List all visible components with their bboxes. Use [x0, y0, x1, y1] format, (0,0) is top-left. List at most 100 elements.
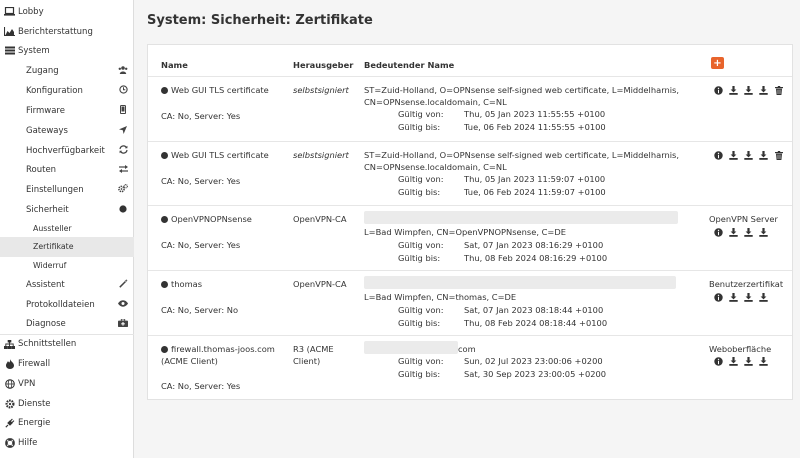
area-chart-icon — [4, 26, 15, 37]
sidebar-item-label: Lobby — [18, 6, 44, 17]
certificate-dn: CN=OPNsense.localdomain, C=NL — [364, 162, 507, 172]
users-icon — [118, 66, 128, 76]
download-icon[interactable] — [728, 85, 739, 96]
certificate-ca-info: CA: No, Server: Yes — [161, 111, 241, 121]
download-icon[interactable] — [758, 150, 769, 161]
valid-from-value: Sat, 07 Jan 2023 08:16:29 +0100 — [464, 240, 604, 250]
certificate-usage: Weboberfläche — [709, 344, 772, 354]
sidebar-item-logs[interactable]: Protokolldateien — [0, 295, 134, 315]
sidebar-item-gateways[interactable]: Gateways — [0, 121, 134, 141]
status-dot-icon — [161, 152, 168, 159]
sidebar-item-reporting[interactable]: Berichterstattung — [0, 22, 134, 42]
certificate-ca-info: CA: No, Server: Yes — [161, 240, 241, 250]
sidebar-item-access[interactable]: Zugang — [0, 61, 134, 81]
download-icon[interactable] — [758, 356, 769, 367]
sidebar-item-firmware[interactable]: Firmware — [0, 101, 134, 121]
sidebar-item-wizard[interactable]: Assistent — [0, 275, 134, 295]
eye-icon — [118, 300, 128, 309]
circle-icon — [118, 205, 128, 215]
download-icon[interactable] — [728, 292, 739, 303]
exchange-icon — [118, 164, 128, 175]
certificate-issuer: selbstsigniert — [293, 150, 349, 160]
certificate-dn: CN=OPNsense.localdomain, C=NL — [364, 97, 507, 107]
certificate-dn: com — [458, 344, 476, 354]
sidebar-item-label: Assistent — [26, 279, 65, 290]
valid-to-label: Gültig bis: — [398, 369, 441, 379]
sidebar-item-label: Firewall — [18, 358, 51, 369]
sidebar-item-revocation[interactable]: Widerruf — [0, 256, 134, 276]
trash-icon[interactable] — [773, 85, 784, 96]
sidebar-item-label: Zertifikate — [33, 242, 74, 252]
sidebar-item-label: Konfiguration — [26, 85, 83, 96]
valid-to-value: Sat, 30 Sep 2023 23:00:05 +0200 — [464, 369, 607, 379]
sidebar-item-label: Aussteller — [33, 224, 72, 234]
download-icon[interactable] — [743, 227, 754, 238]
row-actions — [713, 227, 769, 238]
info-icon[interactable] — [713, 356, 724, 367]
sidebar-item-vpn[interactable]: VPN — [0, 374, 134, 394]
info-icon[interactable] — [713, 150, 724, 161]
sidebar-item-settings[interactable]: Einstellungen — [0, 180, 134, 200]
download-icon[interactable] — [743, 150, 754, 161]
certificate-name: OpenVPNOPNsense — [161, 214, 252, 224]
download-icon[interactable] — [758, 292, 769, 303]
valid-from-value: Thu, 05 Jan 2023 11:55:55 +0100 — [464, 109, 606, 119]
sidebar-item-label: VPN — [18, 378, 36, 389]
certificate-name: firewall.thomas-joos.com — [161, 344, 275, 354]
info-icon[interactable] — [713, 227, 724, 238]
certificate-ca-info: CA: No, Server: Yes — [161, 176, 241, 186]
add-certificate-button[interactable]: + — [711, 57, 724, 69]
sidebar-item-certificates[interactable]: Zertifikate — [0, 237, 134, 257]
status-dot-icon — [161, 346, 168, 353]
sidebar-item-routes[interactable]: Routen — [0, 160, 134, 180]
status-dot-icon — [161, 216, 168, 223]
download-icon[interactable] — [728, 150, 739, 161]
certificate-issuer: OpenVPN-CA — [293, 279, 347, 289]
sidebar-item-label: System — [18, 45, 50, 56]
certificate-dn: L=Bad Wimpfen, CN=OpenVPNOPNsense, C=DE — [364, 227, 566, 237]
download-icon[interactable] — [743, 85, 754, 96]
row-actions — [713, 356, 769, 367]
sidebar-item-security[interactable]: Sicherheit — [0, 200, 134, 220]
sidebar-item-power[interactable]: Energie — [0, 413, 134, 433]
valid-from-label: Gültig von: — [398, 109, 444, 119]
fire-icon — [4, 358, 15, 369]
download-icon[interactable] — [758, 227, 769, 238]
download-icon[interactable] — [728, 356, 739, 367]
sidebar: Lobby Berichterstattung System Zugang Ko… — [0, 0, 134, 458]
sidebar-item-issuer[interactable]: Aussteller — [0, 219, 134, 239]
sidebar-item-interfaces[interactable]: Schnittstellen — [0, 334, 134, 354]
certificate-dn: L=Bad Wimpfen, CN=thomas, C=DE — [364, 292, 517, 302]
history-icon — [118, 85, 128, 96]
info-icon[interactable] — [713, 85, 724, 96]
sidebar-item-services[interactable]: Dienste — [0, 394, 134, 414]
sidebar-item-label: Gateways — [26, 125, 68, 136]
certificate-name: Web GUI TLS certificate — [161, 150, 269, 160]
globe-icon — [4, 378, 15, 389]
download-icon[interactable] — [758, 85, 769, 96]
sidebar-item-label: Widerruf — [33, 261, 67, 271]
info-icon[interactable] — [713, 292, 724, 303]
status-dot-icon — [161, 87, 168, 94]
page-title: System: Sicherheit: Zertifikate — [147, 13, 373, 28]
redacted-area — [364, 211, 678, 224]
sidebar-item-diagnostics[interactable]: Diagnose — [0, 314, 134, 334]
sidebar-item-help[interactable]: Hilfe — [0, 433, 134, 453]
sidebar-item-label: Einstellungen — [26, 184, 84, 195]
sidebar-item-firewall[interactable]: Firewall — [0, 354, 134, 374]
certificate-dn: ST=Zuid-Holland, O=OPNsense self-signed … — [364, 85, 679, 95]
sidebar-item-system[interactable]: System — [0, 41, 134, 61]
sidebar-item-high-availability[interactable]: Hochverfügbarkeit — [0, 141, 134, 161]
download-icon[interactable] — [743, 356, 754, 367]
sidebar-item-configuration[interactable]: Konfiguration — [0, 81, 134, 101]
mobile-icon — [118, 105, 128, 116]
certificate-usage: Benutzerzertifikat — [709, 279, 784, 289]
valid-to-value: Thu, 08 Feb 2024 08:16:29 +0100 — [464, 253, 608, 263]
sidebar-item-label: Dienste — [18, 398, 51, 409]
redacted-area — [364, 276, 676, 289]
download-icon[interactable] — [743, 292, 754, 303]
column-header-name: Name — [161, 60, 188, 70]
trash-icon[interactable] — [773, 150, 784, 161]
download-icon[interactable] — [728, 227, 739, 238]
sidebar-item-lobby[interactable]: Lobby — [0, 2, 134, 22]
